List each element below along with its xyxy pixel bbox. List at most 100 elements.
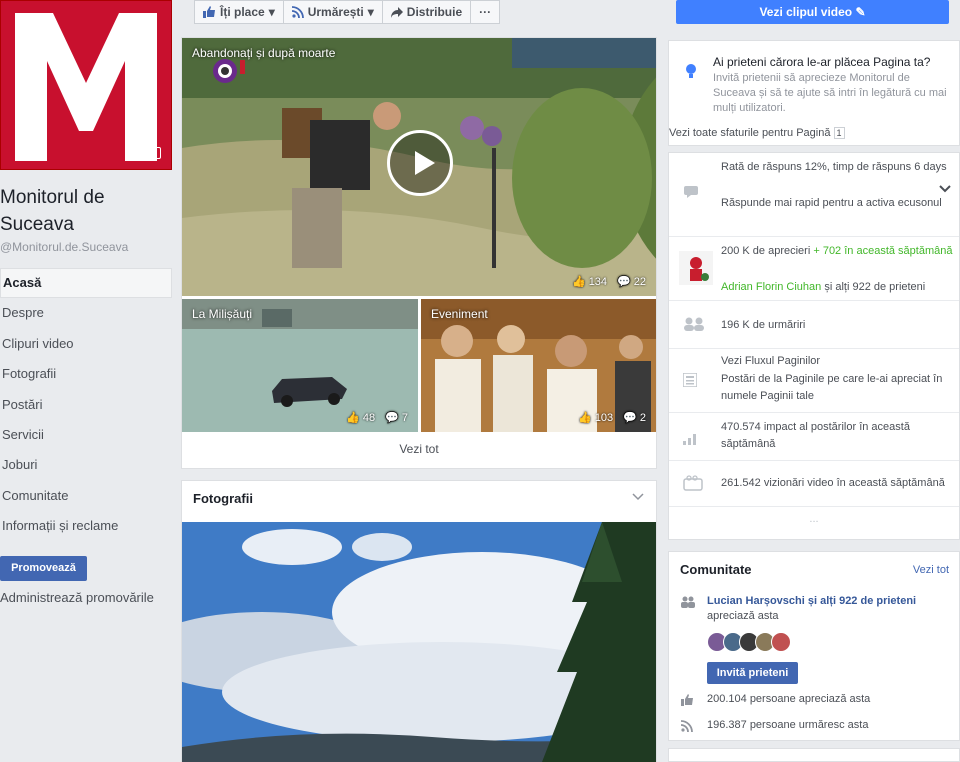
logo-m-mark [15, 13, 157, 161]
lightbulb-icon [686, 64, 696, 78]
message-bubble-icon [684, 186, 698, 198]
tip-text: Invită prietenii să aprecieze Monitorul … [713, 72, 947, 114]
community-follows: 196.387 persoane urmăresc asta [707, 719, 869, 731]
likes-count: 200 K de aprecieri [721, 245, 811, 257]
more-info-link[interactable]: ... [669, 513, 959, 525]
response-hint-text: Răspunde mai rapid pentru a activa ecuso… [721, 197, 942, 209]
third-video-thumbnail[interactable]: Eveniment 👍 103 💬 2 [421, 299, 656, 432]
comment-icon: 💬 [617, 276, 631, 288]
more-icon: ··· [479, 5, 492, 19]
more-options-button[interactable]: ··· [470, 0, 501, 24]
nav-item-acasa[interactable]: Acasă [0, 268, 172, 299]
nav-item-despre[interactable]: Despre [0, 298, 172, 328]
friend-name-link[interactable]: Adrian Florin Ciuhan [721, 281, 821, 293]
watch-video-label: Vezi clipul video [759, 5, 853, 19]
nav-item-servicii[interactable]: Servicii [0, 420, 172, 450]
likes-friends: Adrian Florin Ciuhan și alți 922 de prie… [721, 279, 955, 296]
community-friend-name[interactable]: Lucian Harșovschi [707, 595, 805, 607]
promote-button[interactable]: Promovează [0, 556, 87, 581]
comment-icon: 💬 [385, 412, 399, 424]
photos-card: Fotografii [181, 480, 657, 762]
page-profile-picture[interactable] [0, 0, 172, 170]
main-video-thumbnail[interactable]: Abandonați și după moarte 👍 134 💬 22 [182, 38, 656, 296]
chevron-down-icon[interactable] [939, 185, 951, 193]
see-all-videos-link[interactable]: Vezi tot [182, 442, 656, 456]
third-video-stats: 👍 103 💬 2 [578, 411, 646, 425]
caret-down-icon: ▾ [367, 5, 374, 19]
follow-label: Urmărești [307, 5, 364, 19]
third-video-likes: 103 [594, 411, 614, 424]
community-likes: 200.104 persoane apreciază asta [707, 693, 871, 705]
community-friends-suffix: apreciază asta [707, 610, 779, 622]
nav-item-fotografii[interactable]: Fotografii [0, 359, 172, 389]
second-video-likes: 48 [362, 411, 376, 424]
pencil-icon: ✎ [855, 5, 866, 19]
response-rate-row[interactable]: Rată de răspuns 12%, timp de răspuns 6 d… [669, 153, 959, 237]
likes-week-growth: + 702 în această săptămână [813, 245, 953, 257]
pages-feed-text: Postări de la Paginile pe care le-ai apr… [721, 373, 943, 402]
page-handle[interactable]: @Monitorul.de.Suceava [0, 240, 128, 254]
community-friends-rest[interactable]: și alți 922 de prieteni [808, 595, 916, 607]
nav-item-postari[interactable]: Postări [0, 390, 172, 420]
thumbs-up-icon [203, 6, 215, 18]
mountain-sky-image [182, 522, 656, 762]
video-camera-icon [683, 475, 703, 491]
next-card-edge [668, 748, 960, 762]
likes-friends-rest: și alți 922 de prieteni [824, 281, 926, 293]
caret-down-icon: ▾ [268, 5, 275, 19]
community-see-all-link[interactable]: Vezi tot [913, 564, 949, 576]
watch-video-button[interactable]: Vezi clipul video ✎ [676, 0, 949, 24]
response-rate-text: Rată de răspuns 12%, timp de răspuns 6 d… [721, 161, 947, 173]
third-video-comments: 2 [639, 411, 646, 424]
friends-avatars [707, 632, 791, 652]
like-button[interactable]: Îți place ▾ [194, 0, 284, 24]
photos-title[interactable]: Fotografii [193, 491, 253, 506]
nav-item-comunitate[interactable]: Comunitate [0, 481, 172, 511]
chevron-down-icon[interactable] [632, 493, 644, 501]
manage-promotions-link[interactable]: Administrează promovările [0, 590, 154, 605]
page-nav: Acasă Despre Clipuri video Fotografii Po… [0, 268, 172, 542]
share-arrow-icon [390, 6, 403, 18]
people-icon [684, 317, 704, 331]
page-title: Monitorul de Suceava [0, 187, 105, 235]
nav-item-clipuri-video[interactable]: Clipuri video [0, 329, 172, 359]
invite-friends-button[interactable]: Invită prieteni [707, 662, 798, 684]
left-sidebar: Monitorul de Suceava @Monitorul.de.Sucea… [0, 0, 178, 762]
second-video-stats: 👍 48 💬 7 [346, 411, 408, 425]
thumbs-up-icon [681, 694, 693, 706]
friend-avatar[interactable] [679, 251, 713, 285]
nav-item-joburi[interactable]: Joburi [0, 450, 172, 480]
play-button[interactable] [387, 130, 453, 196]
pages-feed-row[interactable]: Vezi Fluxul Paginilor Postări de la Pagi… [669, 349, 959, 413]
thumbs-up-icon: 👍 [578, 412, 592, 424]
likes-row: 200 K de aprecieri + 702 în această săpt… [669, 237, 959, 301]
nav-item-informatii[interactable]: Informații și reclame [0, 511, 172, 541]
thumbs-up-icon: 👍 [346, 412, 360, 424]
video-views-row[interactable]: 261.542 vizionări video în această săptă… [669, 461, 959, 507]
camera-icon[interactable] [145, 147, 161, 159]
bar-chart-icon [683, 434, 696, 445]
avatar[interactable] [771, 632, 791, 652]
page-info-card: Rată de răspuns 12%, timp de răspuns 6 d… [668, 152, 960, 540]
featured-photo[interactable] [182, 522, 656, 762]
thumbs-up-icon: 👍 [571, 276, 586, 288]
share-label: Distribuie [406, 5, 463, 19]
friends-icon [681, 596, 695, 608]
all-tips-link[interactable]: Vezi toate sfaturile pentru Pagină 1 [669, 127, 845, 139]
main-video-comments: 22 [633, 275, 646, 288]
main-video-stats: 👍 134 💬 22 [571, 275, 646, 289]
rss-icon [291, 6, 304, 18]
page-tip-card: Ai prieteni cărora le-ar plăcea Pagina t… [668, 40, 960, 146]
tips-count-badge: 1 [833, 127, 845, 139]
second-video-thumbnail[interactable]: La Milișăuți 👍 48 💬 7 [182, 299, 418, 432]
pages-feed-title: Vezi Fluxul Paginilor [721, 355, 821, 367]
like-label: Îți place [220, 5, 265, 19]
community-title[interactable]: Comunitate [680, 562, 752, 577]
post-reach-row[interactable]: 470.574 impact al postărilor în această … [669, 413, 959, 461]
third-video-title: Eveniment [431, 307, 488, 321]
second-video-comments: 7 [401, 411, 408, 424]
likes-summary: 200 K de aprecieri + 702 în această săpt… [721, 243, 955, 260]
channel-logo-icon [213, 59, 245, 83]
follow-button[interactable]: Urmărești ▾ [282, 0, 383, 24]
share-button[interactable]: Distribuie [381, 0, 472, 24]
